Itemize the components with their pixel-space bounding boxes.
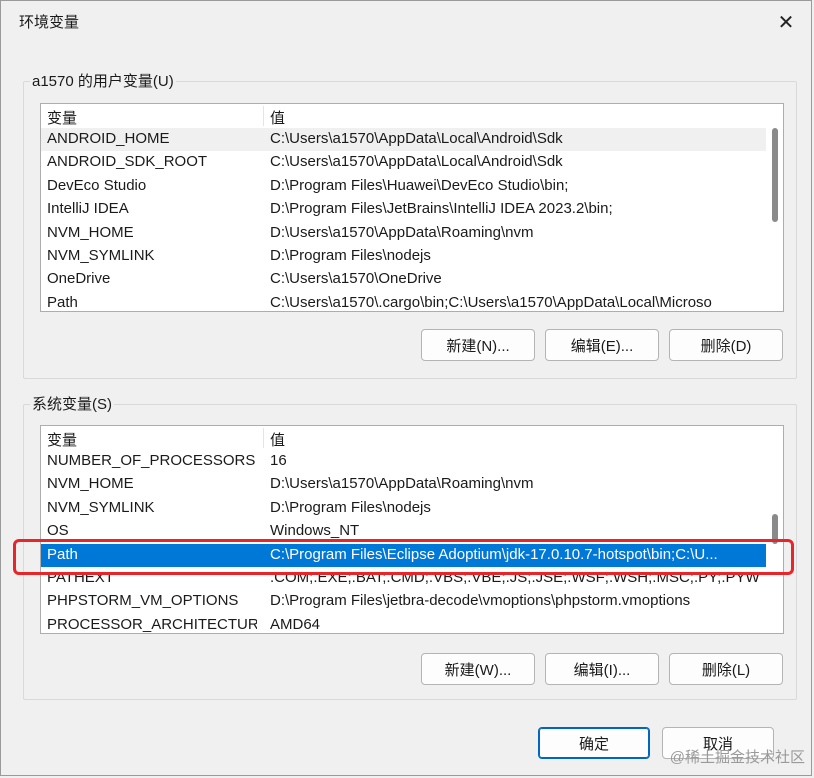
- title-bar[interactable]: 环境变量 ✕: [1, 1, 811, 41]
- variable-name-cell: NVM_SYMLINK: [47, 246, 155, 264]
- variable-value-cell: C:\Program Files\Eclipse Adoptium\jdk-17…: [270, 545, 718, 563]
- system-delete-button[interactable]: 删除(L): [669, 653, 783, 685]
- user-variables-rows: ANDROID_HOME C:\Users\a1570\AppData\Local…: [41, 128, 766, 311]
- variable-name-cell: OneDrive: [47, 270, 111, 288]
- variable-value-cell: 16: [270, 452, 287, 469]
- user-new-button[interactable]: 新建(N)...: [421, 329, 535, 361]
- variable-value-cell: .COM;.EXE;.BAT;.CMD;.VBS;.VBE;.JS;.JSE;.…: [270, 568, 760, 586]
- watermark: @稀土掘金技术社区: [669, 749, 805, 766]
- variable-value-cell: D:\Users\a1570\AppData\Roaming\nvm: [270, 223, 534, 241]
- variable-name-cell: DevEco Studio: [47, 176, 147, 194]
- table-row[interactable]: PATHEXT .COM;.EXE;.BAT;.CMD;.VBS;.VBE;.JS…: [41, 567, 766, 590]
- table-row[interactable]: ANDROID_HOME C:\Users\a1570\AppData\Local…: [41, 128, 766, 152]
- user-variables-group: a1570 的用户变量(U) 变量 值 ANDROID_HOME C:\Users…: [23, 70, 797, 379]
- user-variables-label: a1570 的用户变量(U): [30, 70, 176, 91]
- table-row[interactable]: PHPSTORM_VM_OPTIONS D:\Program Files\jetb…: [41, 590, 766, 613]
- variable-name-cell: PROCESSOR_ARCHITECTURE: [47, 615, 257, 633]
- table-row[interactable]: OneDrive C:\Users\a1570\OneDrive: [41, 268, 766, 291]
- close-button[interactable]: ✕: [769, 7, 803, 37]
- close-icon: ✕: [777, 11, 795, 34]
- list-header: 变量 值: [41, 104, 766, 128]
- system-variables-rows: NUMBER_OF_PROCESSORS 16 NVM_HOME D:\Users\a…: [41, 450, 766, 633]
- table-row[interactable]: NVM_HOME D:\Users\a1570\AppData\Roaming\n…: [41, 222, 766, 245]
- variable-value-cell: C:\Users\a1570\AppData\Local\Android\Sdk: [270, 130, 563, 147]
- variable-value-cell: AMD64: [270, 615, 321, 633]
- variable-value-cell: C:\Users\a1570\.cargo\bin;C:\Users\a1570…: [270, 293, 712, 311]
- table-row[interactable]: OS Windows_NT: [41, 520, 766, 543]
- table-row[interactable]: NVM_SYMLINK D:\Program Files\nodejs: [41, 497, 766, 520]
- variable-value-cell: D:\Users\a1570\AppData\Roaming\nvm: [270, 475, 534, 493]
- column-divider[interactable]: [263, 428, 264, 448]
- table-row[interactable]: DevEco Studio D:\Program Files\Huawei\Dev…: [41, 175, 766, 198]
- variable-value-cell: D:\Program Files\jetbra-decode\vmoptions…: [270, 592, 691, 610]
- variable-value-cell: D:\Program Files\Huawei\DevEco Studio\bi…: [270, 176, 569, 194]
- variable-name-cell: NUMBER_OF_PROCESSORS: [47, 452, 256, 469]
- variable-name-cell: ANDROID_HOME: [47, 130, 170, 147]
- variable-name-cell: NVM_HOME: [47, 475, 134, 493]
- table-row[interactable]: NVM_HOME D:\Users\a1570\AppData\Roaming\n…: [41, 473, 766, 496]
- system-list-scrollbar[interactable]: [767, 428, 782, 633]
- table-row[interactable]: NVM_SYMLINK D:\Program Files\nodejs: [41, 245, 766, 268]
- system-new-button[interactable]: 新建(W)...: [421, 653, 535, 685]
- variable-name-cell: ANDROID_SDK_ROOT: [47, 153, 208, 171]
- variable-value-cell: D:\Program Files\JetBrains\IntelliJ IDEA…: [270, 200, 613, 218]
- variable-value-cell: D:\Program Files\nodejs: [270, 498, 431, 516]
- user-edit-button[interactable]: 编辑(E)...: [545, 329, 659, 361]
- table-row[interactable]: NUMBER_OF_PROCESSORS 16: [41, 450, 766, 473]
- variable-value-cell: Windows_NT: [270, 522, 360, 540]
- dialog-title: 环境变量: [19, 14, 80, 31]
- variable-name-cell: NVM_SYMLINK: [47, 498, 155, 516]
- table-row-selected[interactable]: Path C:\Program Files\Eclipse Adoptium\jd…: [41, 543, 766, 567]
- table-row[interactable]: PROCESSOR_ARCHITECTURE AMD64: [41, 614, 766, 633]
- table-row[interactable]: IntelliJ IDEA D:\Program Files\JetBrains\…: [41, 198, 766, 221]
- system-edit-button[interactable]: 编辑(I)...: [545, 653, 659, 685]
- scrollbar-thumb[interactable]: [772, 128, 778, 222]
- environment-variables-dialog: 环境变量 ✕ a1570 的用户变量(U) 变量 值 ANDROID_HOME C…: [0, 0, 812, 776]
- variable-name-cell: IntelliJ IDEA: [47, 200, 129, 218]
- variable-value-cell: C:\Users\a1570\AppData\Local\Android\Sdk: [270, 153, 563, 171]
- user-list-scrollbar[interactable]: [767, 106, 782, 311]
- table-row[interactable]: ANDROID_SDK_ROOT C:\Users\a1570\AppData\L…: [41, 151, 766, 174]
- system-variables-group: 系统变量(S) 变量 值 NUMBER_OF_PROCESSORS 16 NVM_H…: [23, 393, 797, 700]
- ok-button[interactable]: 确定: [538, 727, 650, 759]
- list-header: 变量 值: [41, 426, 766, 450]
- variable-name-cell: PATHEXT: [47, 568, 114, 586]
- system-variables-list[interactable]: 变量 值 NUMBER_OF_PROCESSORS 16 NVM_HOME D:\Us…: [40, 425, 784, 634]
- variable-name-cell: NVM_HOME: [47, 223, 134, 241]
- user-delete-button[interactable]: 删除(D): [669, 329, 783, 361]
- column-header-value[interactable]: 值: [270, 429, 285, 450]
- column-header-variable[interactable]: 变量: [47, 107, 77, 128]
- variable-value-cell: C:\Users\a1570\OneDrive: [270, 270, 442, 288]
- column-header-value[interactable]: 值: [270, 107, 285, 128]
- variable-name-cell: PHPSTORM_VM_OPTIONS: [47, 592, 239, 610]
- variable-value-cell: D:\Program Files\nodejs: [270, 246, 431, 264]
- variable-name-cell: Path: [47, 293, 78, 311]
- user-variables-list[interactable]: 变量 值 ANDROID_HOME C:\Users\a1570\AppData\…: [40, 103, 784, 312]
- variable-name-cell: OS: [47, 522, 69, 540]
- table-row[interactable]: Path C:\Users\a1570\.cargo\bin;C:\Users\a…: [41, 292, 766, 311]
- variable-name-cell: Path: [47, 545, 78, 563]
- system-variables-label: 系统变量(S): [30, 393, 114, 414]
- scrollbar-thumb[interactable]: [772, 514, 778, 544]
- column-header-variable[interactable]: 变量: [47, 429, 77, 450]
- column-divider[interactable]: [263, 106, 264, 126]
